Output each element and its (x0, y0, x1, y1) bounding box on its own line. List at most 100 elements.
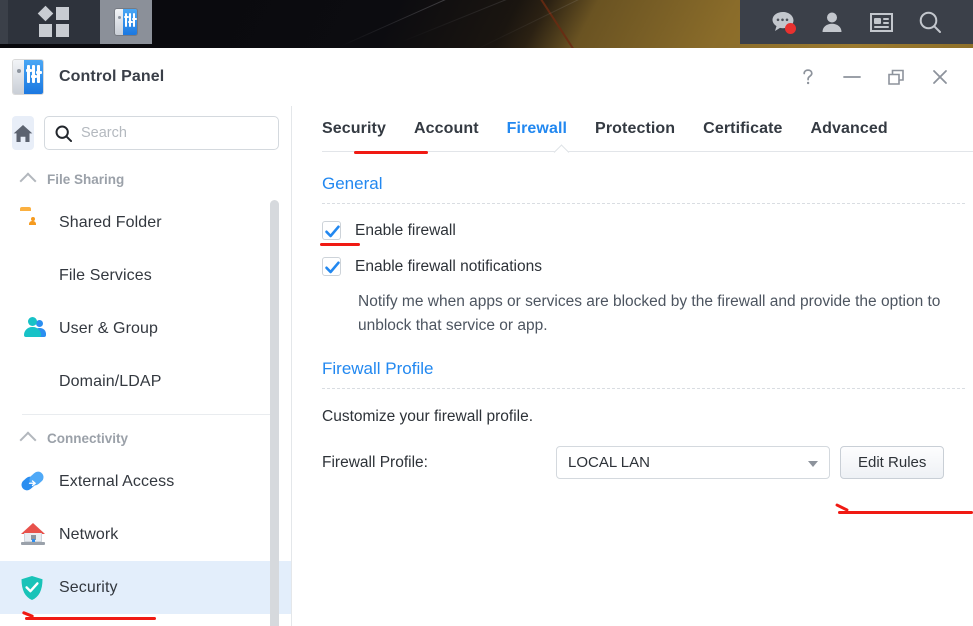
sidebar-item-label: External Access (59, 472, 175, 490)
taskbar-edge-strip (0, 0, 8, 44)
wallpaper-streak (469, 0, 677, 48)
close-button[interactable] (929, 66, 951, 88)
sidebar-search-box[interactable] (44, 116, 279, 150)
annotation-edit-rules (838, 511, 973, 514)
checkmark-icon (325, 261, 340, 274)
window-title: Control Panel (59, 68, 165, 85)
help-button[interactable] (797, 66, 819, 88)
sidebar-item-file-services[interactable]: File Services (0, 249, 291, 302)
tab-security[interactable]: Security (322, 120, 404, 152)
taskbar-left-group (0, 0, 152, 48)
taskbar-apps-button[interactable] (8, 0, 100, 44)
sidebar-item-network[interactable]: Network (0, 508, 291, 561)
firewall-profile-select[interactable]: LOCAL LAN (556, 446, 830, 480)
desktop-taskbar (0, 0, 973, 48)
search-icon (55, 125, 72, 142)
sidebar-scrollbar-track[interactable] (270, 153, 285, 626)
security-shield-icon (20, 575, 46, 601)
control-panel-icon (13, 60, 43, 94)
enable-firewall-label: Enable firewall (355, 221, 456, 239)
annotation-enable-firewall (320, 243, 360, 246)
minimize-icon (843, 76, 861, 78)
enable-firewall-notifications-checkbox[interactable] (322, 257, 341, 276)
enable-firewall-notifications-label: Enable firewall notifications (355, 257, 542, 275)
close-icon (933, 70, 947, 84)
domain-ldap-icon (20, 369, 46, 395)
sidebar-item-label: Network (59, 525, 119, 543)
sidebar-item-label: Domain/LDAP (59, 372, 162, 390)
window-controls (797, 66, 951, 88)
tab-bar: Security Account Firewall Protection Cer… (293, 106, 973, 160)
minimize-button[interactable] (841, 66, 863, 88)
sidebar-item-label: Shared Folder (59, 213, 162, 231)
sidebar-divider (22, 414, 273, 415)
tab-protection[interactable]: Protection (585, 120, 693, 152)
wallpaper-streak (339, 0, 578, 47)
enable-firewall-row[interactable]: Enable firewall (322, 221, 973, 240)
file-services-icon (20, 263, 46, 289)
maximize-button[interactable] (885, 66, 907, 88)
notification-help-text: Notify me when apps or services are bloc… (358, 293, 941, 334)
search-input[interactable] (81, 125, 268, 141)
edit-rules-button[interactable]: Edit Rules (840, 446, 945, 480)
sidebar-item-label: Security (59, 578, 118, 596)
shared-folder-icon (20, 210, 46, 236)
notification-badge-dot (784, 23, 796, 34)
sidebar-item-shared-folder[interactable]: Shared Folder (0, 196, 291, 249)
sidebar-scrollbar[interactable] (270, 200, 279, 626)
sidebar-group-file-sharing[interactable]: File Sharing (0, 162, 291, 196)
external-access-icon (19, 468, 46, 495)
apps-grid-icon (37, 5, 69, 37)
sidebar-item-label: User & Group (59, 319, 159, 337)
annotation-firewall-tab (354, 151, 428, 154)
taskbar-right-group (740, 0, 973, 44)
sidebar-item-security[interactable]: Security (0, 561, 291, 614)
chevron-up-icon (19, 172, 37, 190)
firewall-profile-selected-value: LOCAL LAN (568, 454, 650, 472)
enable-notifications-row[interactable]: Enable firewall notifications (322, 257, 973, 276)
user-group-icon (20, 316, 46, 342)
taskbar-control-panel-task[interactable] (100, 0, 152, 44)
home-icon (13, 124, 33, 142)
section-divider (322, 388, 965, 390)
firewall-settings-panel: General Enable firewall Enable firewall … (293, 174, 973, 480)
question-mark-icon (803, 69, 813, 85)
widgets-button[interactable] (866, 7, 896, 37)
window-titlebar: Control Panel (0, 48, 973, 106)
firewall-profile-row: Firewall Profile: LOCAL LAN Edit Rules (322, 446, 973, 480)
sidebar-search-row (0, 106, 291, 162)
tab-advanced[interactable]: Advanced (801, 120, 906, 152)
firewall-profile-description: Customize your firewall profile. (322, 408, 534, 426)
restore-icon (887, 69, 904, 85)
section-divider (322, 203, 965, 204)
person-icon (822, 12, 842, 32)
annotation-security-nav (25, 617, 156, 620)
chevron-down-icon (808, 461, 818, 468)
taskbar-search-button[interactable] (915, 7, 945, 37)
checkmark-icon (325, 225, 340, 238)
control-panel-icon (115, 9, 137, 35)
home-button[interactable] (12, 116, 34, 150)
control-panel-sidebar: File Sharing Shared Folder File Services… (0, 106, 292, 626)
network-icon (20, 522, 46, 548)
tab-account[interactable]: Account (404, 120, 497, 152)
sidebar-group-label: Connectivity (47, 430, 129, 446)
sidebar-item-external-access[interactable]: External Access (0, 455, 291, 508)
tab-certificate[interactable]: Certificate (693, 120, 800, 152)
enable-firewall-checkbox[interactable] (322, 221, 341, 240)
firewall-profile-section-title: Firewall Profile (322, 359, 434, 379)
general-section-title: General (322, 174, 383, 193)
sidebar-item-user-group[interactable]: User & Group (0, 302, 291, 355)
search-icon (920, 11, 942, 33)
widget-panel-icon (869, 12, 893, 32)
firewall-profile-label: Firewall Profile: (322, 453, 428, 471)
sidebar-item-domain-ldap[interactable]: Domain/LDAP (0, 355, 291, 408)
notifications-button[interactable] (768, 7, 798, 37)
main-content: Security Account Firewall Protection Cer… (293, 106, 973, 626)
chevron-up-icon (19, 431, 37, 449)
tab-firewall[interactable]: Firewall (497, 120, 585, 152)
sidebar-group-connectivity[interactable]: Connectivity (0, 421, 291, 455)
sidebar-group-label: File Sharing (47, 171, 125, 187)
user-menu-button[interactable] (817, 7, 847, 37)
sidebar-item-label: File Services (59, 266, 152, 284)
